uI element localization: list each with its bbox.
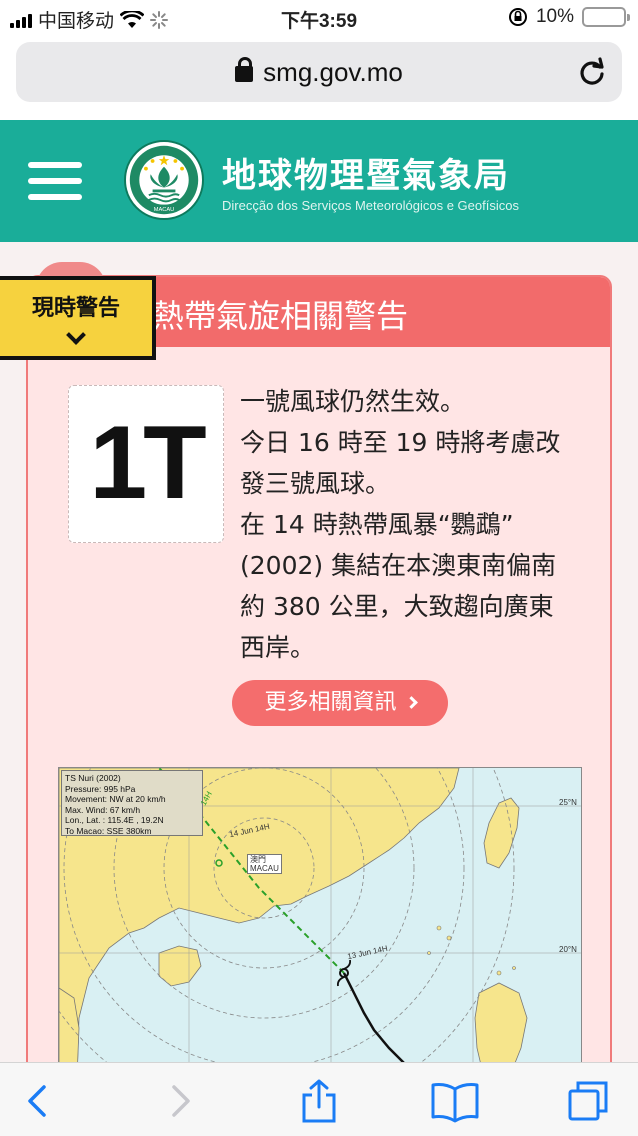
info-line: Movement: NW at 20 km/h xyxy=(65,794,166,804)
reload-icon[interactable] xyxy=(576,56,608,88)
info-line: Max. Wind: 67 km/h xyxy=(65,804,141,815)
menu-icon[interactable] xyxy=(28,162,82,202)
signal-indicator: 1T xyxy=(68,385,224,543)
status-bar: 中国移动 下午3:59 10% xyxy=(0,0,638,36)
macau-label: MACAU xyxy=(250,864,279,873)
macau-label-zh: 澳門 xyxy=(250,855,266,864)
more-info-button[interactable]: 更多相關資訊 xyxy=(232,680,448,726)
chevron-right-icon xyxy=(404,696,418,709)
warning-message: 一號風球仍然生效。 今日 16 時至 19 時將考慮改 發三號風球。 在 14 … xyxy=(240,381,586,668)
info-line: To Macao: SSE 380km xyxy=(65,825,152,836)
message-line: 西岸。 xyxy=(240,633,316,662)
typhoon-track-map[interactable]: TS Nuri (2002) Pressure: 995 hPa Movemen… xyxy=(58,767,582,1073)
macau-emblem-logo[interactable]: MACAU xyxy=(124,140,204,220)
message-line: 在 14 時熱帶風暴“鸚鵡” xyxy=(240,510,514,539)
bookmarks-icon[interactable] xyxy=(430,1079,480,1123)
browser-toolbar xyxy=(0,1062,638,1136)
info-line: Pressure: 995 hPa xyxy=(65,783,136,794)
message-line: 今日 16 時至 19 時將考慮改 xyxy=(240,428,561,457)
site-header: MACAU 地球物理暨氣象局 Direcção dos Serviços Met… xyxy=(0,120,638,242)
signal-code: 1T xyxy=(89,405,206,521)
lat-label: 25°N xyxy=(559,798,577,807)
lock-icon xyxy=(235,57,254,82)
message-line: (2002) 集結在本澳東南偏南 xyxy=(240,551,557,580)
site-subtitle: Direcção dos Serviços Meteorológicos e G… xyxy=(222,198,519,213)
info-line: Lon., Lat. : 115.4E , 19.2N xyxy=(65,815,164,825)
tabs-icon[interactable] xyxy=(566,1079,610,1123)
typhoon-info-box: TS Nuri (2002) Pressure: 995 hPa Movemen… xyxy=(61,770,203,836)
current-warnings-tab[interactable]: 現時警告 xyxy=(0,276,156,360)
share-icon[interactable] xyxy=(297,1079,341,1123)
battery-percent: 10% xyxy=(535,6,574,27)
site-title[interactable]: 地球物理暨氣象局 xyxy=(222,148,510,197)
macau-marker: 澳門 MACAU xyxy=(247,854,282,874)
info-line: TS Nuri (2002) xyxy=(65,773,121,783)
emblem-text: MACAU xyxy=(154,207,175,213)
battery-icon xyxy=(582,7,630,27)
message-line: 發三號風球。 xyxy=(240,469,391,498)
current-warnings-label: 現時警告 xyxy=(31,296,120,321)
chevron-down-icon xyxy=(66,325,86,345)
more-info-label: 更多相關資訊 xyxy=(264,690,397,715)
card-title: 熱帶氣旋相關警告 xyxy=(152,297,409,335)
orientation-lock-icon xyxy=(508,8,527,26)
back-icon[interactable] xyxy=(18,1079,62,1123)
message-line: 一號風球仍然生效。 xyxy=(240,387,466,416)
address-bar[interactable]: smg.gov.mo xyxy=(16,42,622,102)
url-text: smg.gov.mo xyxy=(263,57,403,87)
lat-label: 20°N xyxy=(559,945,577,954)
message-line: 約 380 公里，大致趨向廣東 xyxy=(240,592,554,621)
tropical-cyclone-warning-card: 熱帶氣旋相關警告 1T 一號風球仍然生效。 今日 16 時至 19 時將考慮改 … xyxy=(26,275,612,1075)
forward-icon[interactable] xyxy=(158,1079,202,1123)
